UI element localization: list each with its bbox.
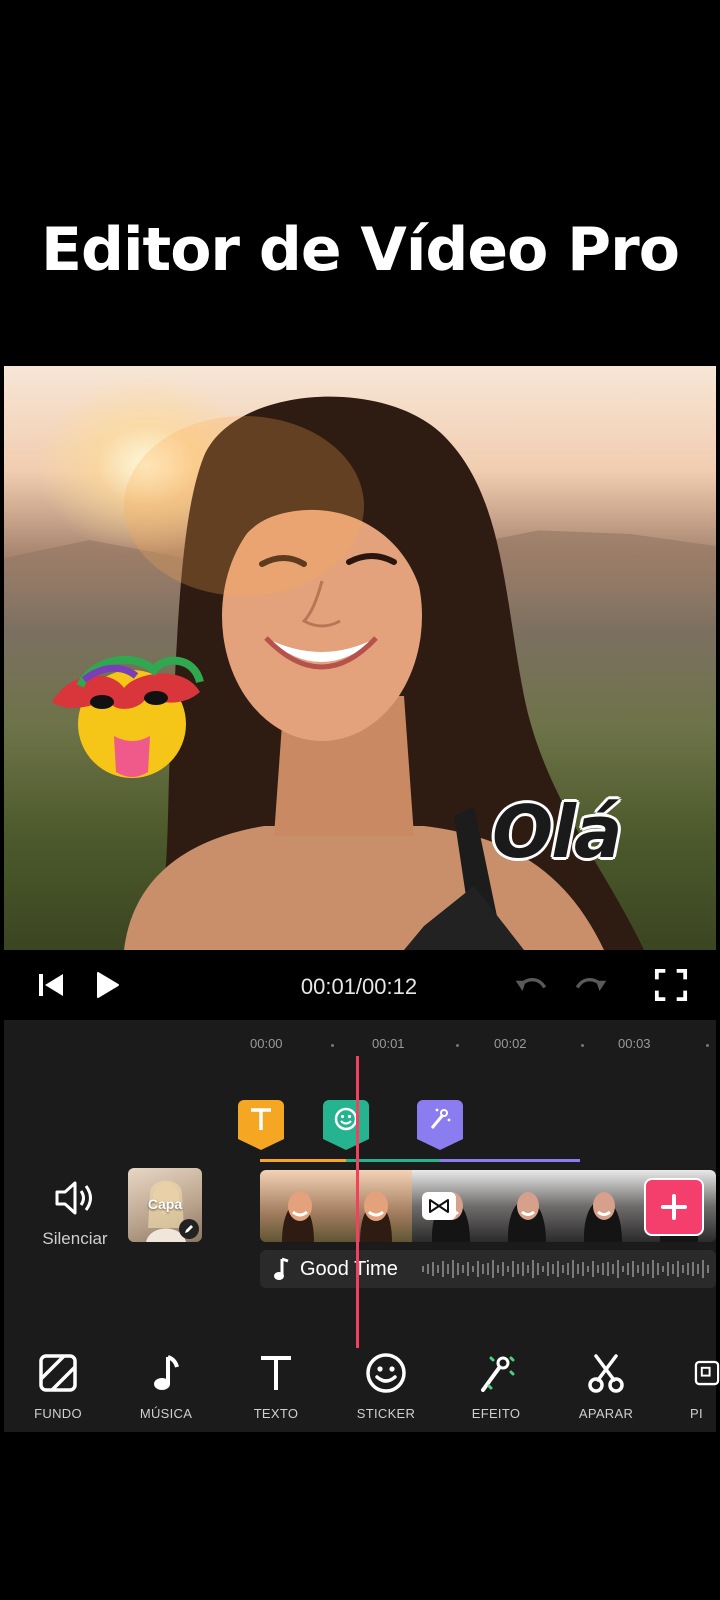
- scissors-icon: [588, 1354, 624, 1393]
- timecode: 00:01/00:12: [300, 974, 418, 999]
- tick-dot: [456, 1044, 459, 1047]
- fullscreen-icon: [654, 968, 688, 1002]
- tool-fundo[interactable]: FUNDO: [8, 1348, 108, 1421]
- undo-button[interactable]: [514, 968, 548, 1002]
- tick-label: 00:01: [372, 1036, 405, 1051]
- audio-track-label: Good Time: [300, 1258, 398, 1280]
- smiley-icon: [366, 1353, 406, 1393]
- tick-label: 00:00: [250, 1036, 283, 1051]
- add-clip-button[interactable]: [644, 1178, 704, 1236]
- plus-icon: [661, 1194, 687, 1220]
- text-track-marker[interactable]: [238, 1100, 284, 1150]
- tick-dot: [581, 1044, 584, 1047]
- transition-icon: [429, 1199, 449, 1213]
- tool-label: EFEITO: [471, 1406, 521, 1421]
- music-note-icon: [154, 1355, 179, 1390]
- sticker-track-marker[interactable]: [323, 1100, 369, 1150]
- tool-pip[interactable]: PI: [666, 1348, 720, 1421]
- clip-frame: [488, 1170, 564, 1242]
- magic-wand-icon: [481, 1356, 515, 1392]
- tick-dot: [706, 1044, 709, 1047]
- headline: Editor de Vídeo Pro: [41, 215, 680, 285]
- cover-label: Capa: [147, 1196, 183, 1212]
- mute-button[interactable]: Silenciar: [32, 1178, 118, 1249]
- background-icon: [39, 1354, 77, 1392]
- tool-sticker[interactable]: STICKER: [336, 1348, 436, 1421]
- bottom-toolbar: FUNDO MÚSICA TEXTO STICKER EFEITO APARAR…: [0, 1340, 720, 1432]
- skip-to-start-button[interactable]: [34, 968, 68, 1002]
- skip-back-icon: [39, 974, 63, 996]
- text-icon: [261, 1356, 291, 1390]
- text-track-line: [260, 1159, 346, 1162]
- speaker-icon: [55, 1181, 92, 1215]
- effect-track-line: [440, 1159, 580, 1162]
- effect-icon: [430, 1108, 451, 1129]
- tool-label: PI: [690, 1406, 703, 1421]
- overlay-text-ola[interactable]: Olá: [492, 790, 622, 874]
- tool-label: MÚSICA: [139, 1406, 193, 1421]
- tool-label: APARAR: [578, 1406, 634, 1421]
- play-button[interactable]: [90, 968, 124, 1002]
- music-note-icon: [274, 1257, 289, 1280]
- pip-icon: [694, 1360, 720, 1386]
- effect-track-marker[interactable]: [417, 1100, 463, 1150]
- redo-icon: [575, 977, 607, 991]
- tool-texto[interactable]: TEXTO: [226, 1348, 326, 1421]
- tick-label: 00:03: [618, 1036, 651, 1051]
- tool-label: STICKER: [356, 1406, 416, 1421]
- mute-label: Silenciar: [42, 1229, 108, 1248]
- audio-track[interactable]: Good Time: [260, 1250, 716, 1288]
- cover-edit-button[interactable]: [179, 1219, 199, 1239]
- playback-controls: 00:01/00:12: [4, 950, 716, 1020]
- play-icon: [97, 972, 119, 998]
- tool-musica[interactable]: MÚSICA: [116, 1348, 216, 1421]
- tick-label: 00:02: [494, 1036, 527, 1051]
- clip-frame: [260, 1170, 336, 1242]
- playhead[interactable]: [356, 1056, 359, 1348]
- tick-dot: [331, 1044, 334, 1047]
- audio-waveform: [422, 1260, 709, 1278]
- cover-thumbnail[interactable]: Capa: [128, 1168, 202, 1242]
- carnival-mask-sticker[interactable]: [44, 646, 204, 786]
- tool-efeito[interactable]: EFEITO: [446, 1348, 546, 1421]
- time-ruler: 00:00 00:01 00:02 00:03: [4, 1036, 716, 1056]
- pencil-icon: [185, 1225, 193, 1233]
- fullscreen-button[interactable]: [654, 968, 688, 1002]
- clip-frame: [564, 1170, 640, 1242]
- clip-frame: [336, 1170, 412, 1242]
- tool-aparar[interactable]: APARAR: [556, 1348, 656, 1421]
- transition-button[interactable]: [422, 1192, 456, 1220]
- undo-icon: [515, 977, 547, 991]
- tool-label: FUNDO: [34, 1406, 82, 1421]
- text-icon: [251, 1108, 271, 1130]
- redo-button[interactable]: [574, 968, 608, 1002]
- sticker-track-line: [346, 1159, 440, 1162]
- tool-label: TEXTO: [253, 1406, 299, 1421]
